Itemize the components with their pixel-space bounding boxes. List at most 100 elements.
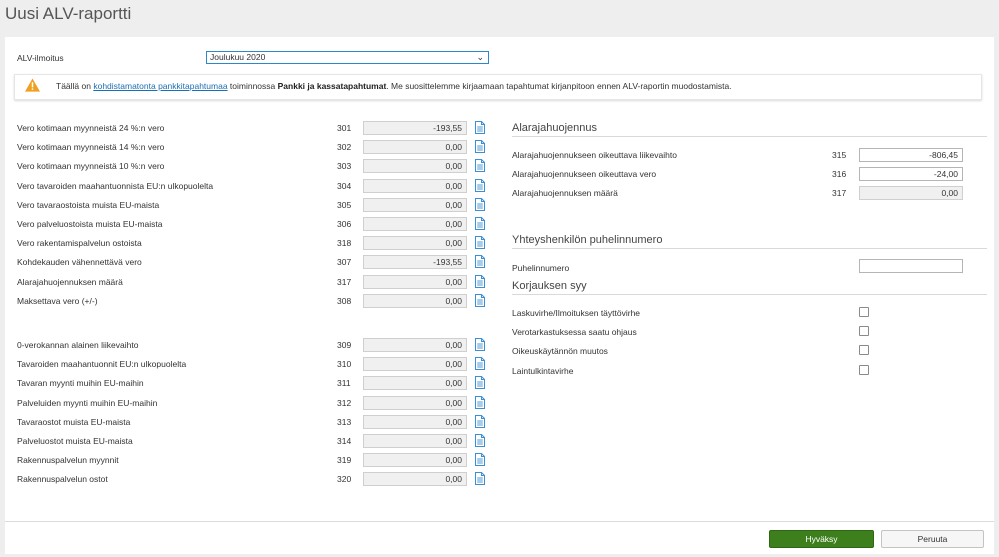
line-code: 320: [337, 474, 352, 485]
document-icon[interactable]: [475, 236, 485, 250]
correction-title: Korjauksen syy: [512, 280, 587, 292]
vat-line-row: Vero kotimaan myynneistä 24 %:n vero 301 -…: [17, 121, 492, 135]
correction-checkbox[interactable]: [859, 307, 869, 317]
line-label: Tavaran myynti muihin EU-maihin: [17, 378, 144, 389]
period-select-value: Joulukuu 2020: [210, 52, 266, 62]
vat-line-row: Tavaran myynti muihin EU-maihin 311 0,00: [17, 376, 492, 391]
line-label: Vero palveluostoista muista EU-maista: [17, 219, 163, 229]
document-icon[interactable]: [475, 197, 485, 211]
unallocated-transactions-link[interactable]: kohdistamatonta pankkitapahtumaa: [93, 81, 227, 91]
line-label: Alarajahuojennuksen määrä: [17, 276, 123, 287]
document-icon[interactable]: [475, 274, 485, 288]
line-label: Vero kotimaan myynneistä 24 %:n vero: [17, 123, 165, 133]
line-value-field: 0,00: [363, 159, 467, 174]
line-code: 317: [832, 188, 847, 199]
correction-checkbox[interactable]: [859, 326, 869, 337]
document-icon[interactable]: [475, 121, 485, 134]
document-icon[interactable]: [475, 159, 485, 173]
approve-button[interactable]: Hyväksy: [769, 530, 874, 548]
line-label: 0-verokannan alainen liikevaihto: [17, 340, 139, 350]
vat-line-row: Palveluiden myynti muihin EU-maihin 312 0,…: [17, 395, 492, 410]
line-value-field: 0,00: [363, 274, 467, 289]
correction-option-label: Oikeuskäytännön muutos: [512, 346, 608, 357]
line-value-field: 0,00: [363, 376, 467, 391]
warning-prefix: Täällä on: [56, 81, 94, 91]
document-icon[interactable]: [475, 140, 485, 154]
vat-line-row: 0-verokannan alainen liikevaihto 309 0,00: [17, 338, 492, 352]
line-label: Vero rakentamispalvelun ostoista: [17, 238, 142, 249]
document-icon[interactable]: [475, 376, 485, 390]
phone-input[interactable]: [859, 259, 963, 273]
vat-line-row: Vero kotimaan myynneistä 14 %:n vero 302 0…: [17, 140, 492, 155]
document-icon[interactable]: [475, 453, 485, 467]
line-value-field: 0,00: [363, 414, 467, 429]
line-value-field: -193,55: [363, 255, 467, 270]
line-value-field: -193,55: [363, 121, 467, 135]
document-icon[interactable]: [475, 255, 485, 269]
vat-line-row: Vero rakentamispalvelun ostoista 318 0,00: [17, 236, 492, 251]
line-value-field: 0,00: [363, 197, 467, 212]
report-panel: ALV-ilmoitus Joulukuu 2020 ⌄ Täällä on k…: [5, 37, 994, 521]
line-value-field: 0,00: [363, 217, 467, 231]
relief-line-row: Alarajahuojennukseen oikeuttava vero 316 -…: [512, 167, 987, 182]
line-value-field[interactable]: -806,45: [859, 148, 963, 162]
vat-line-row: Tavaraostot muista EU-maista 313 0,00: [17, 414, 492, 429]
correction-option-label: Laintulkintavirhe: [512, 365, 574, 376]
phone-label: Puhelinnumero: [512, 263, 570, 273]
vat-line-row: Vero tavaroiden maahantuonnista EU:n ulk…: [17, 178, 492, 193]
vat-line-row: Vero kotimaan myynneistä 10 %:n vero 303 0…: [17, 159, 492, 174]
line-code: 313: [337, 416, 352, 427]
document-icon[interactable]: [475, 434, 485, 447]
line-label: Tavaroiden maahantuonnit EU:n ulkopuolel…: [17, 359, 187, 370]
line-code: 305: [337, 199, 352, 210]
line-value-field: 0,00: [363, 293, 467, 308]
document-icon[interactable]: [475, 395, 485, 409]
correction-divider: [512, 294, 987, 295]
period-label: ALV-ilmoitus: [17, 53, 64, 63]
warning-icon: [25, 78, 40, 92]
line-label: Rakennuspalvelun ostot: [17, 474, 108, 485]
line-label: Alarajahuojennukseen oikeuttava liikevai…: [512, 150, 677, 160]
vat-line-row: Kohdekauden vähennettävä vero 307 -193,55: [17, 255, 492, 270]
document-icon[interactable]: [475, 338, 485, 351]
relief-title: Alarajahuojennus: [512, 122, 598, 134]
correction-checkbox[interactable]: [859, 364, 869, 375]
document-icon[interactable]: [475, 357, 485, 371]
line-code: 310: [337, 359, 352, 370]
document-icon[interactable]: [475, 293, 485, 307]
line-label: Vero tavaroiden maahantuonnista EU:n ulk…: [17, 180, 214, 191]
document-icon[interactable]: [475, 414, 485, 428]
document-icon[interactable]: [475, 217, 485, 230]
line-label: Maksettava vero (+/-): [17, 295, 98, 306]
vat-line-row: Rakennuspalvelun ostot 320 0,00: [17, 472, 492, 487]
line-value-field: 0,00: [363, 178, 467, 193]
period-select[interactable]: Joulukuu 2020 ⌄: [206, 51, 489, 64]
line-label: Vero kotimaan myynneistä 14 %:n vero: [17, 142, 165, 153]
vat-line-row: Maksettava vero (+/-) 308 0,00: [17, 293, 492, 308]
relief-line-row: Alarajahuojennuksen määrä 317 0,00: [512, 186, 987, 201]
line-value-field: 0,00: [363, 236, 467, 251]
line-code: 314: [337, 436, 352, 446]
document-icon[interactable]: [475, 472, 485, 486]
document-icon[interactable]: [475, 178, 485, 192]
cancel-button[interactable]: Peruuta: [881, 530, 984, 548]
line-value-field: 0,00: [859, 186, 963, 201]
line-code: 315: [832, 150, 847, 160]
line-value-field: 0,00: [363, 338, 467, 352]
line-value-field: 0,00: [363, 140, 467, 155]
footer-bar: Hyväksy Peruuta: [5, 521, 994, 554]
contact-divider: [512, 248, 987, 249]
line-value-field[interactable]: -24,00: [859, 167, 963, 182]
vat-line-row: Palveluostot muista EU-maista 314 0,00: [17, 434, 492, 448]
page-title: Uusi ALV-raportti: [5, 4, 132, 23]
line-code: 317: [337, 276, 352, 287]
line-value-field: 0,00: [363, 395, 467, 410]
warning-bold-module: Pankki ja kassatapahtumat: [277, 81, 387, 91]
vat-line-row: Vero tavaraostoista muista EU-maista 305 0…: [17, 197, 492, 212]
vat-line-row: Vero palveluostoista muista EU-maista 306…: [17, 217, 492, 231]
correction-checkbox[interactable]: [859, 345, 869, 356]
line-code: 301: [337, 123, 352, 133]
vat-line-row: Rakennuspalvelun myynnit 319 0,00: [17, 453, 492, 468]
line-code: 302: [337, 142, 352, 153]
line-code: 306: [337, 219, 352, 229]
